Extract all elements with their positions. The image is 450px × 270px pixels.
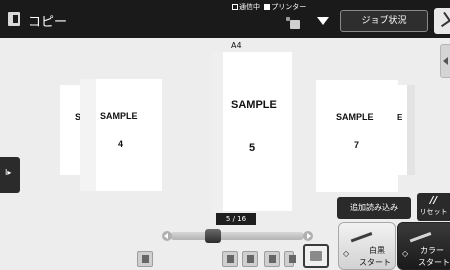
right-panel-tab[interactable] (440, 44, 450, 78)
page-preview-4[interactable]: SAMPLE 4 (80, 79, 162, 191)
slider-rail (170, 232, 304, 240)
rotate-left-icon[interactable] (222, 251, 238, 267)
app-title: コピー (28, 15, 68, 30)
slider-prev-icon[interactable] (162, 231, 172, 241)
page-preview-5-current[interactable]: SAMPLE 5 (212, 52, 292, 211)
top-bar: コピー 通信中 プリンター ジョブ状況 (0, 0, 450, 38)
start-label: スタート (418, 258, 450, 267)
color-label: カラー (420, 246, 444, 255)
status-indicators: 通信中 プリンター (232, 2, 306, 12)
bw-start-button[interactable]: ◇ 白黒 スタート (338, 222, 396, 270)
page-number: 4 (118, 139, 124, 149)
page-label: E (397, 113, 403, 122)
slider-next-icon[interactable] (303, 231, 313, 241)
paper-size-label: A4 (231, 41, 242, 50)
diamond-icon: ◇ (343, 249, 350, 258)
start-icon (347, 223, 373, 243)
page-preview-7[interactable]: SAMPLE 7 (316, 80, 398, 192)
status-filled-icon (264, 4, 271, 10)
page-preview-right-partial[interactable]: E (395, 85, 415, 175)
page-number: 7 (354, 140, 360, 150)
page-label: SAMPLE (231, 99, 277, 111)
settings-icon[interactable] (434, 8, 450, 34)
page-label: SAMPLE (336, 112, 374, 122)
start-label: スタート (359, 258, 391, 267)
reset-label: リセット (419, 208, 448, 216)
dropdown-arrow-icon[interactable] (316, 15, 330, 27)
color-start-button[interactable]: ◇ カラー スタート (397, 222, 450, 270)
slider-thumb[interactable] (205, 229, 222, 243)
reset-icon: // (429, 195, 438, 206)
page-copy-icon[interactable] (137, 251, 153, 267)
page-preview-left-partial[interactable]: S (60, 85, 82, 175)
selected-page-icon[interactable] (303, 244, 329, 268)
status-label-printer: プリンター (271, 3, 307, 11)
page-slider[interactable] (162, 229, 313, 243)
additional-scan-button[interactable]: 追加読み込み (337, 197, 411, 219)
left-panel-tab[interactable] (0, 157, 20, 193)
bw-label: 白黒 (369, 246, 385, 255)
job-status-button[interactable]: ジョブ状況 (340, 10, 428, 32)
page-list-icon[interactable] (284, 251, 296, 267)
status-label-communicating: 通信中 (239, 3, 260, 11)
printer-icon (286, 17, 300, 29)
copy-icon (8, 12, 20, 26)
rotate-right-icon[interactable] (242, 251, 258, 267)
diamond-icon: ◇ (402, 249, 409, 258)
page-label: SAMPLE (100, 111, 138, 121)
status-checkbox-icon (232, 4, 238, 10)
start-icon (406, 223, 432, 243)
page-view-icon[interactable] (264, 251, 280, 267)
reset-button[interactable]: // リセット (417, 193, 450, 221)
page-number: 5 (249, 142, 256, 154)
page-counter: 5 / 16 (216, 213, 256, 225)
